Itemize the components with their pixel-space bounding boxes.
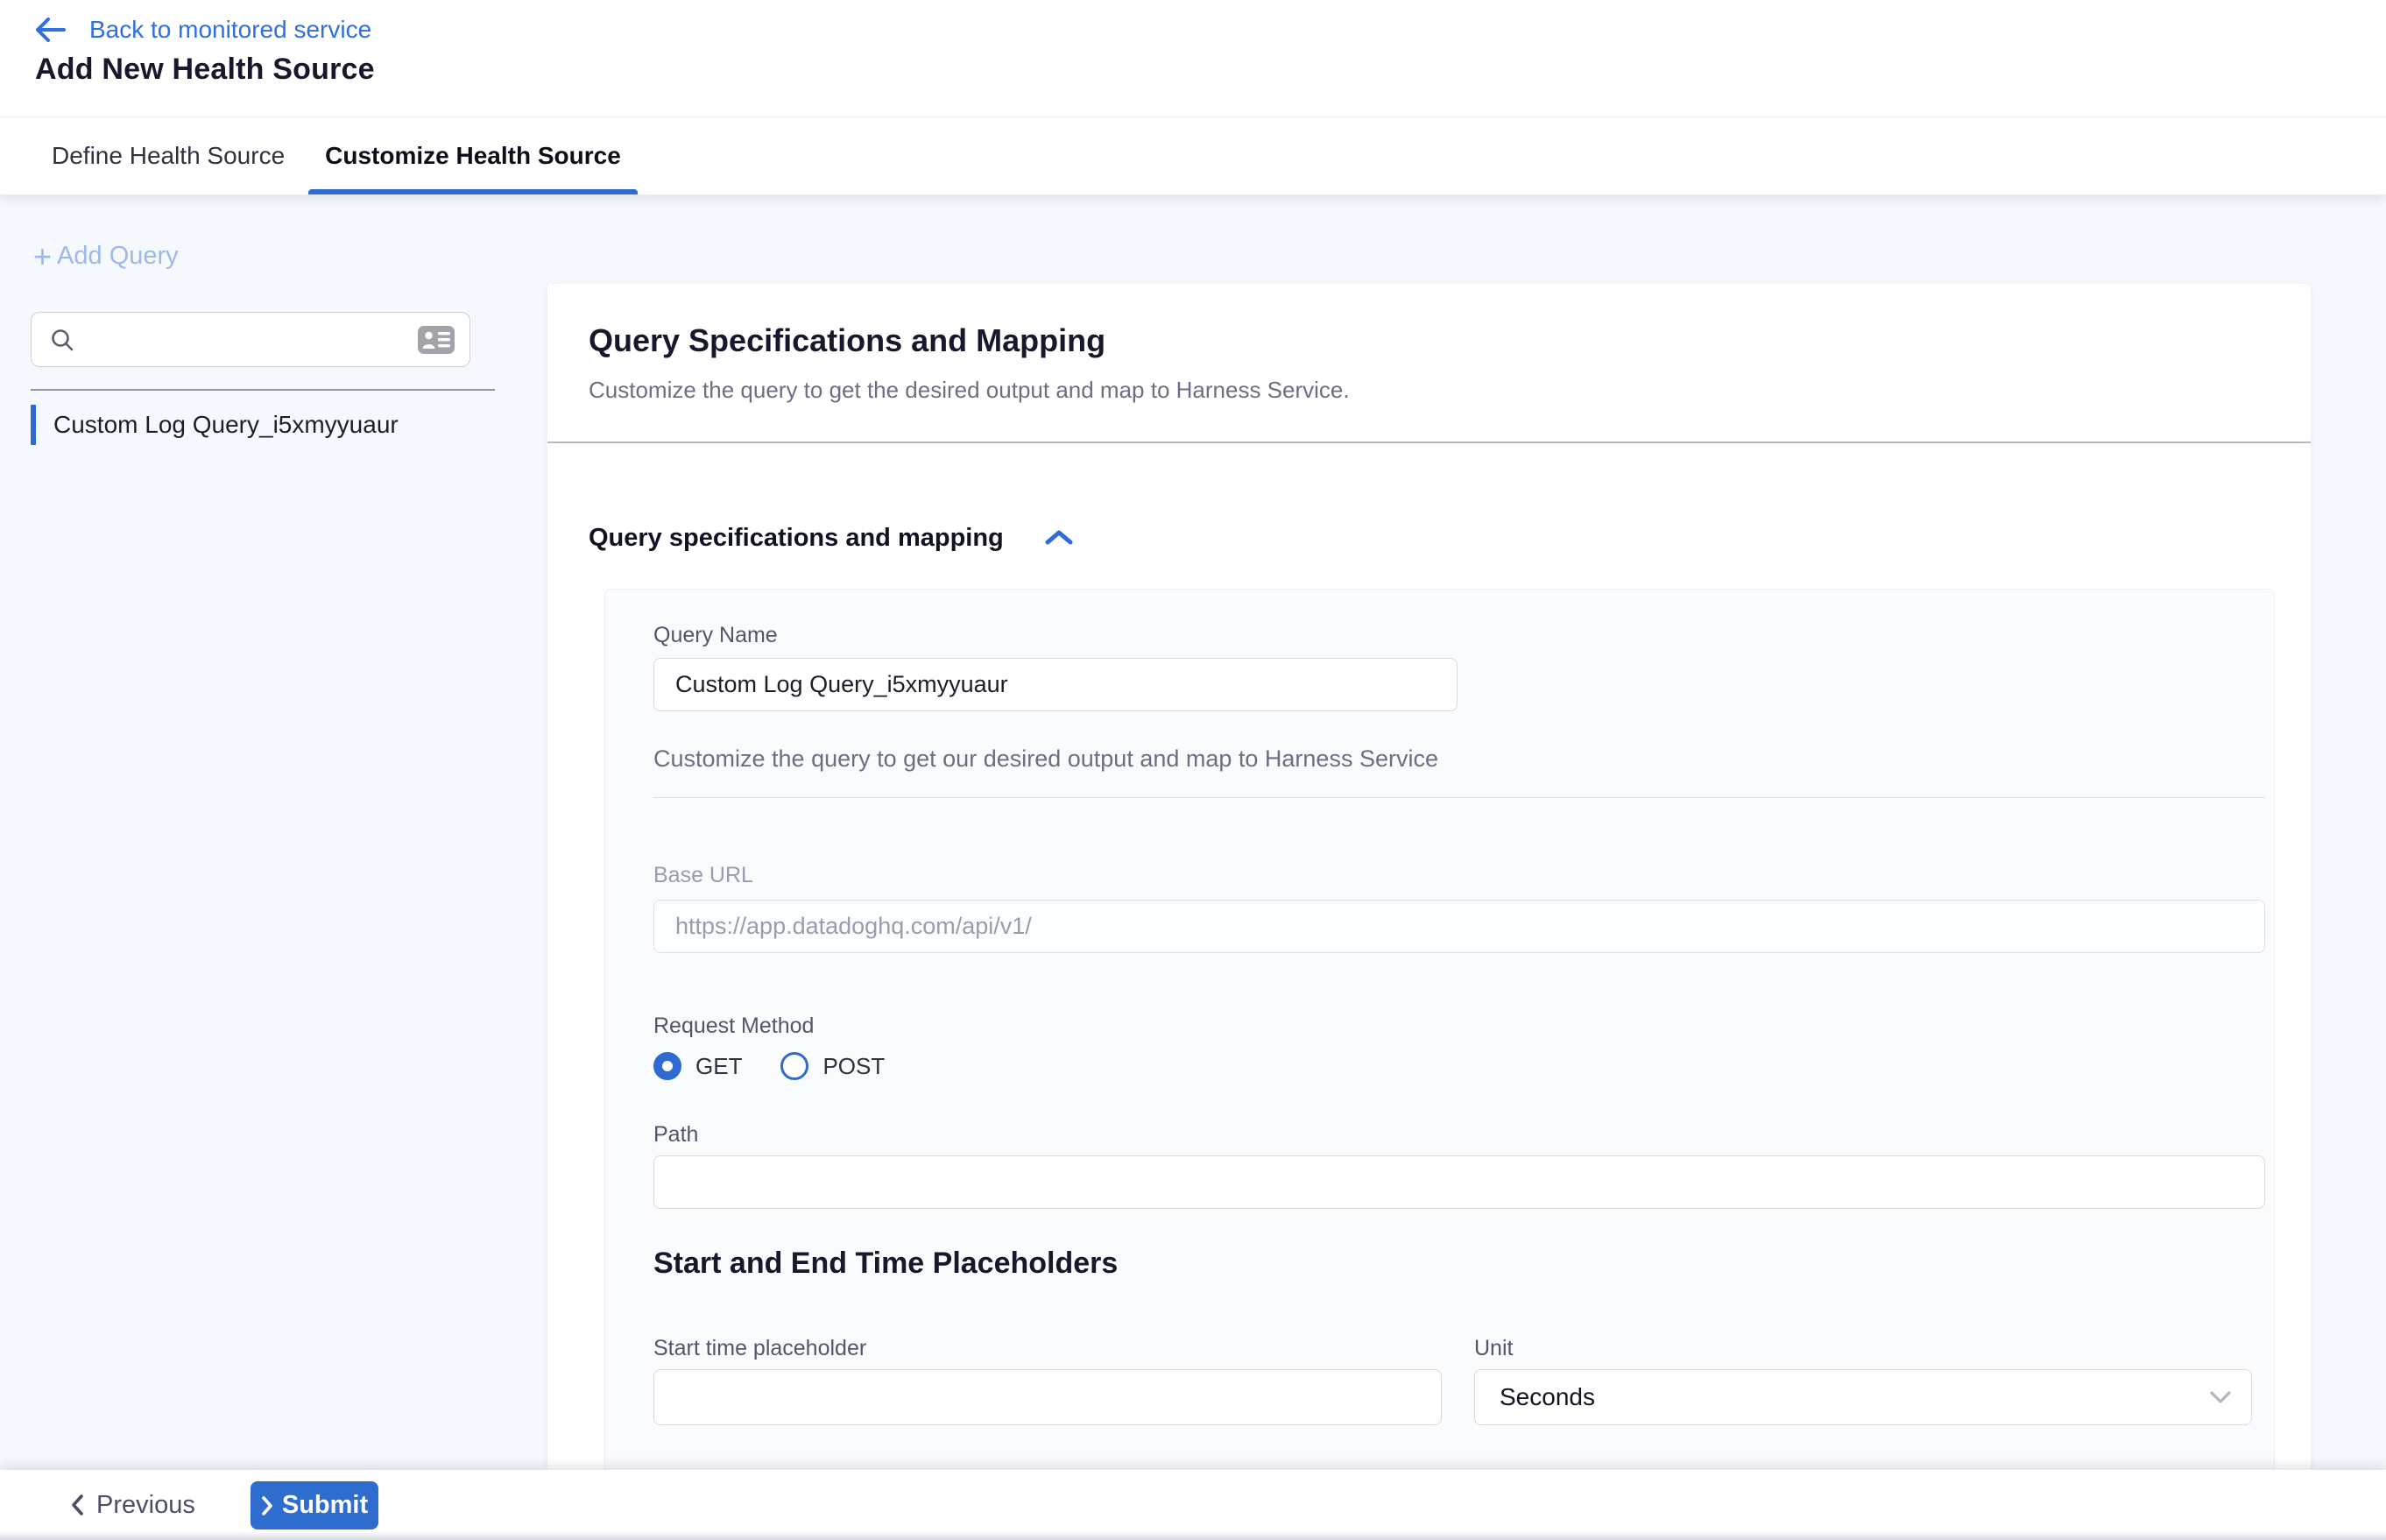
radio-option-get[interactable]: GET <box>653 1052 742 1080</box>
health-source-tabbar: Define Health Source Customize Health So… <box>0 117 2386 194</box>
submit-button[interactable]: Submit <box>251 1481 378 1529</box>
submit-button-label: Submit <box>282 1491 368 1520</box>
contact-card-icon[interactable] <box>417 324 455 356</box>
query-search-box <box>31 312 470 367</box>
query-specifications-panel: Query Specifications and Mapping Customi… <box>547 284 2311 1540</box>
query-name-helper-text: Customize the query to get our desired o… <box>653 745 1438 773</box>
path-label: Path <box>653 1122 698 1148</box>
chevron-down-icon <box>2209 1390 2232 1404</box>
request-method-radio-group: GET POST <box>653 1052 885 1080</box>
back-to-monitored-service-link[interactable]: Back to monitored service <box>33 14 371 46</box>
chevron-up-icon[interactable] <box>1044 528 1074 547</box>
chevron-left-icon <box>70 1494 84 1516</box>
panel-heading: Query Specifications and Mapping <box>589 322 2311 359</box>
panel-header: Query Specifications and Mapping Customi… <box>547 284 2311 443</box>
path-input[interactable] <box>653 1155 2265 1209</box>
query-name-input[interactable] <box>653 658 1458 711</box>
query-search-input[interactable] <box>88 326 417 353</box>
tab-customize-health-source[interactable]: Customize Health Source <box>308 117 638 194</box>
query-name-label: Query Name <box>653 623 778 648</box>
radio-option-post[interactable]: POST <box>780 1052 885 1080</box>
previous-button[interactable]: Previous <box>70 1470 195 1540</box>
radio-unselected-icon <box>780 1052 808 1080</box>
radio-selected-icon <box>653 1052 681 1080</box>
base-url-input[interactable] <box>653 900 2265 953</box>
request-method-label: Request Method <box>653 1014 814 1039</box>
back-arrow-icon <box>33 17 67 43</box>
search-icon <box>49 327 75 353</box>
selected-query-indicator <box>31 405 36 445</box>
collapsible-section-title: Query specifications and mapping <box>589 524 1004 553</box>
base-url-label: Base URL <box>653 863 753 888</box>
card-divider <box>653 797 2265 798</box>
add-query-button[interactable]: + Add Query <box>33 242 179 271</box>
collapsible-section-header: Query specifications and mapping <box>589 519 1074 557</box>
unit-label: Unit <box>1474 1336 1513 1361</box>
start-time-placeholder-input[interactable] <box>653 1369 1442 1425</box>
time-placeholders-heading: Start and End Time Placeholders <box>653 1247 1118 1281</box>
add-query-label: Add Query <box>57 242 179 271</box>
unit-select[interactable]: Seconds <box>1474 1369 2252 1425</box>
page-title: Add New Health Source <box>35 53 375 87</box>
query-list-item[interactable]: Custom Log Query_i5xmyyuaur <box>31 401 504 449</box>
chevron-right-icon <box>261 1495 273 1516</box>
radio-get-label: GET <box>695 1053 742 1080</box>
tab-define-health-source[interactable]: Define Health Source <box>35 117 301 194</box>
action-footer: Previous Submit <box>0 1470 2386 1540</box>
previous-button-label: Previous <box>96 1491 195 1520</box>
query-mapping-card: Query Name Customize the query to get ou… <box>604 589 2275 1540</box>
plus-icon: + <box>33 244 52 269</box>
query-sidebar: + Add Query Custom Log Query_i5xmyyuaur <box>0 194 547 1470</box>
sidebar-divider <box>31 389 495 391</box>
back-link-label: Back to monitored service <box>89 16 371 44</box>
unit-select-value: Seconds <box>1500 1383 1595 1411</box>
page-header: Back to monitored service Add New Health… <box>0 0 2386 117</box>
radio-post-label: POST <box>822 1053 885 1080</box>
query-item-label: Custom Log Query_i5xmyyuaur <box>53 411 399 439</box>
start-time-placeholder-label: Start time placeholder <box>653 1336 866 1361</box>
panel-subheading: Customize the query to get the desired o… <box>589 377 2311 404</box>
